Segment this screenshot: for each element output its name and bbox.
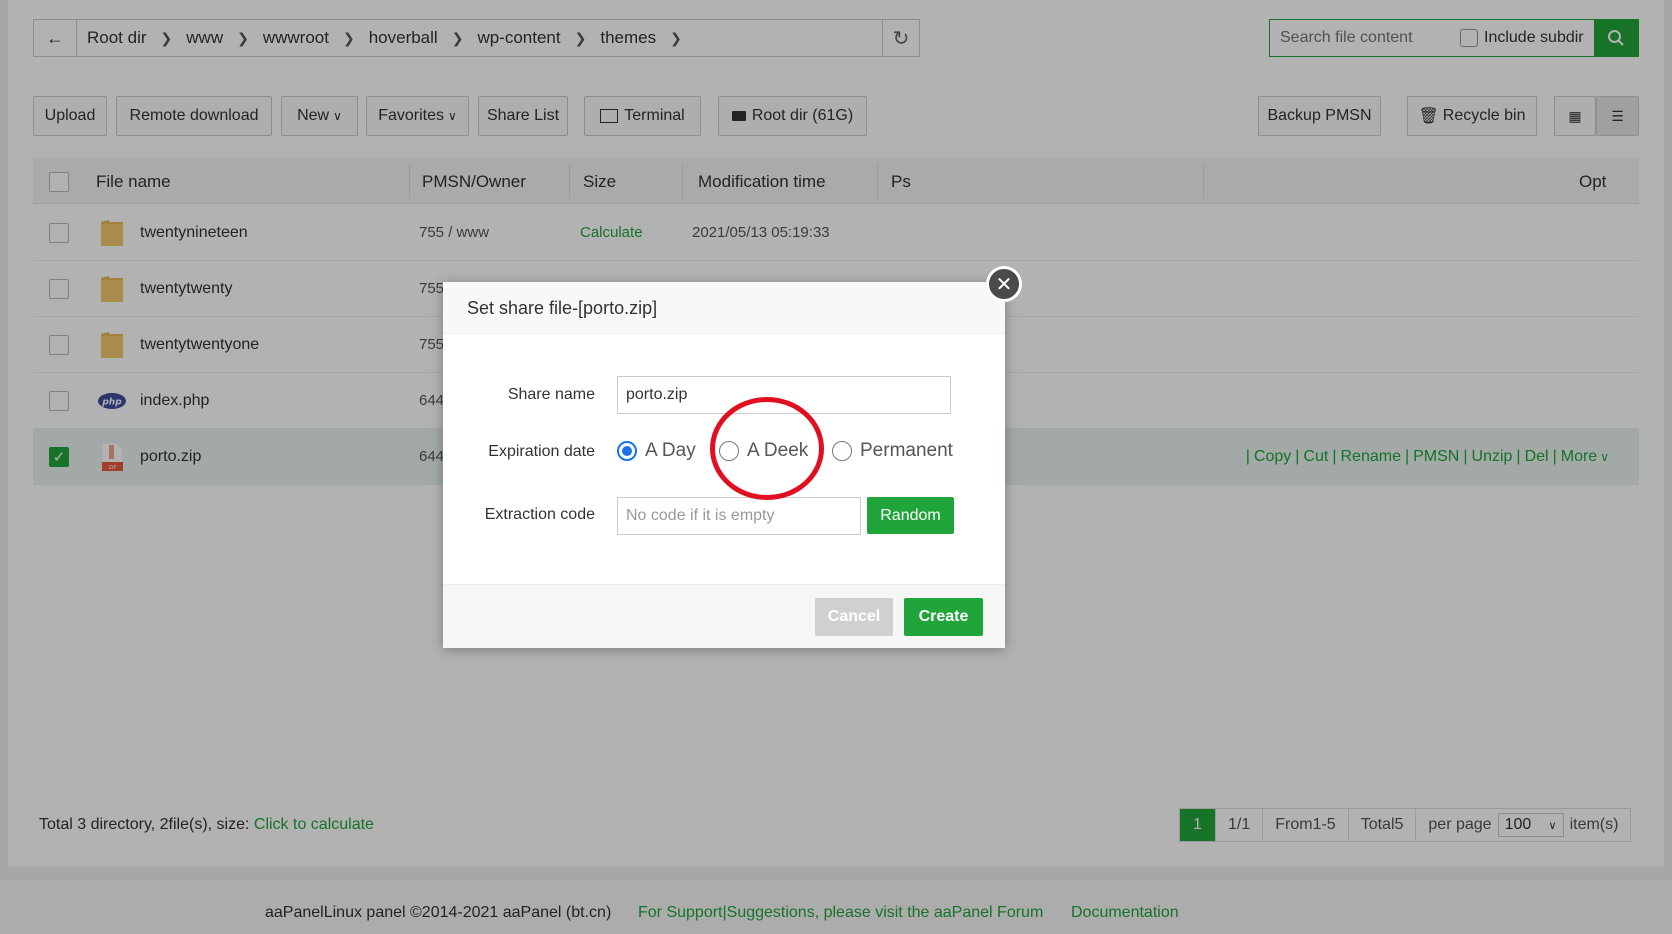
annotation-circle — [710, 397, 824, 500]
dialog-title: Set share file-[porto.zip] — [443, 282, 1005, 334]
dialog-footer: Cancel Create — [443, 584, 1005, 648]
expiration-label: Expiration date — [488, 443, 595, 460]
radio-permanent[interactable]: Permanent — [832, 440, 953, 462]
extraction-code-input[interactable]: No code if it is empty — [617, 497, 861, 535]
create-button[interactable]: Create — [904, 598, 983, 636]
radio-icon — [832, 441, 852, 461]
share-name-label: Share name — [507, 386, 595, 403]
radio-selected-icon — [617, 441, 637, 461]
extraction-code-label: Extraction code — [484, 506, 595, 523]
cancel-button[interactable]: Cancel — [815, 598, 893, 636]
close-icon[interactable]: ✕ — [986, 266, 1022, 302]
radio-a-day[interactable]: A Day — [617, 440, 696, 462]
random-button[interactable]: Random — [867, 497, 954, 534]
